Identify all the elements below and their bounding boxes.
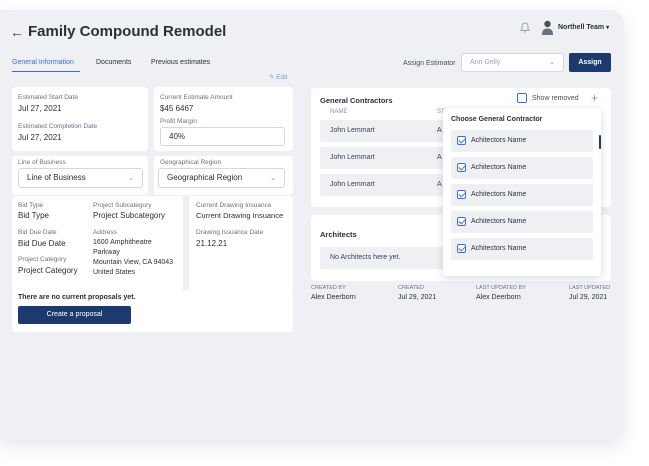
project-subcategory-value: Project Subcategory [93, 211, 166, 220]
drawing-date-label: Drawing Issuance Date [196, 229, 264, 236]
avatar[interactable] [541, 19, 554, 35]
dates-card: Estimated Start Date Jul 27, 2021 Estima… [12, 87, 148, 151]
bid-due-date-label: Bid Due Date [18, 229, 57, 236]
choose-contractor-dropdown: Choose General Contractor Achitectors Na… [443, 108, 601, 276]
show-removed-checkbox[interactable] [517, 93, 527, 103]
drawing-card: Current Drawing Insuance Current Drawing… [189, 196, 293, 292]
updated-value: Jul 29, 2021 [569, 294, 608, 301]
estimate-amount-value: $45 6467 [160, 104, 194, 113]
created-by-label: CREATED BY [311, 285, 346, 291]
bell-icon[interactable] [518, 21, 532, 35]
created-label: CREATED [398, 285, 424, 291]
region-label: Geographical Region [160, 159, 222, 166]
created-by-value: Alex Deerborn [311, 294, 356, 301]
address-line-4: United States [93, 269, 136, 276]
checkbox-checked-icon[interactable] [457, 217, 466, 226]
dropdown-option[interactable]: Achitectors Name [451, 184, 593, 206]
no-architects-text: No Architects here yet. [330, 254, 401, 261]
updated-by-label: LAST UPDATED BY [476, 285, 526, 291]
completion-date-value: Jul 27, 2021 [18, 133, 62, 142]
address-line-1: 1600 Amphitheatre [93, 239, 152, 246]
profit-margin-input[interactable]: 40% [160, 127, 285, 146]
bid-due-date-value: Bid Due Date [18, 239, 66, 248]
line-of-business-select[interactable]: Line of Business ⌄ [18, 168, 143, 188]
chevron-down-icon: ⌄ [128, 175, 134, 182]
contractor-status: A [437, 154, 442, 161]
dropdown-option[interactable]: Achitectors Name [451, 157, 593, 179]
address-line-2: Parkway [93, 249, 120, 256]
bid-type-value: Bid Type [18, 211, 49, 220]
pencil-icon: ✎ [269, 74, 275, 81]
start-date-label: Estimated Start Date [18, 94, 78, 101]
contractor-name: John Lemmart [330, 127, 375, 134]
updated-label: LAST UPDATED [569, 285, 611, 291]
back-arrow-icon[interactable]: ← [10, 24, 24, 40]
architects-title: Architects [320, 230, 357, 239]
page-title: Family Compound Remodel [28, 23, 227, 40]
assign-estimator-label: Assign Estimator [403, 60, 456, 67]
user-name[interactable]: Northell Team ▾ [558, 24, 609, 31]
contractor-name: John Lemmart [330, 181, 375, 188]
estimate-card: Current Estimate Amount $45 6467 Profit … [154, 87, 293, 151]
checkbox-checked-icon[interactable] [457, 136, 466, 145]
bid-card: Bid Type Bid Type Project Subcategory Pr… [12, 196, 183, 292]
dropdown-option[interactable]: Achitectors Name [451, 130, 593, 152]
region-select[interactable]: Geographical Region ⌄ [158, 168, 285, 188]
project-category-value: Project Category [18, 266, 78, 275]
estimator-select[interactable]: Ann Gelly ⌄ [461, 53, 564, 72]
estimate-amount-label: Current Estimate Amount [160, 94, 233, 101]
chevron-down-icon: ⌄ [549, 59, 555, 66]
completion-date-label: Estimated Completion Date [18, 123, 98, 130]
checkbox-checked-icon[interactable] [457, 190, 466, 199]
assign-button[interactable]: Assign [569, 53, 611, 72]
drawing-issuance-label: Current Drawing Insuance [196, 202, 272, 209]
start-date-value: Jul 27, 2021 [18, 104, 62, 113]
no-proposals-text: There are no current proposals yet. [18, 294, 136, 301]
chevron-down-icon: ▾ [606, 25, 610, 31]
tab-general-information[interactable]: General Information [12, 59, 74, 66]
show-removed-label: Show removed [532, 95, 579, 102]
project-subcategory-label: Project Subcategory [93, 202, 152, 209]
contractor-name: John Lemmart [330, 154, 375, 161]
business-card: Line of Business Line of Business ⌄ [12, 156, 148, 195]
project-category-label: Project Category [18, 256, 67, 263]
contractor-status: A [437, 181, 442, 188]
address-label: Address [93, 229, 117, 236]
region-card: Geographical Region Geographical Region … [154, 156, 293, 195]
app-window: ← Family Compound Remodel Northell Team … [0, 10, 624, 440]
line-of-business-label: Line of Business [18, 159, 66, 166]
name-column-header: NAME [330, 109, 348, 115]
create-proposal-button[interactable]: Create a proposal [18, 306, 131, 324]
tab-documents[interactable]: Documents [96, 59, 131, 66]
add-contractor-icon[interactable]: + [591, 91, 598, 105]
updated-by-value: Alex Deerborn [476, 294, 521, 301]
profit-margin-label: Profit Margin [160, 118, 197, 125]
drawing-date-value: 21.12.21 [196, 239, 228, 248]
checkbox-checked-icon[interactable] [457, 163, 466, 172]
created-value: Jul 29, 2021 [398, 294, 437, 301]
contractors-title: General Contractors [320, 96, 393, 105]
chevron-down-icon: ⌄ [270, 175, 276, 182]
dropdown-scrollbar[interactable] [599, 135, 601, 149]
tab-previous-estimates[interactable]: Previous estimates [151, 59, 210, 66]
drawing-issuance-value: Current Drawing Insuance [196, 211, 284, 220]
tab-active-underline [12, 71, 80, 72]
address-line-3: Mountain View, CA 94043 [93, 259, 174, 266]
proposals-card: There are no current proposals yet. Crea… [12, 290, 293, 332]
dropdown-option[interactable]: Achitectors Name [451, 238, 593, 260]
dropdown-option[interactable]: Achitectors Name [451, 211, 593, 233]
contractor-status: A [437, 127, 442, 134]
dropdown-title: Choose General Contractor [451, 116, 543, 123]
edit-link[interactable]: ✎ Edit [269, 73, 287, 81]
bid-type-label: Bid Type [18, 202, 44, 209]
checkbox-checked-icon[interactable] [457, 244, 466, 253]
